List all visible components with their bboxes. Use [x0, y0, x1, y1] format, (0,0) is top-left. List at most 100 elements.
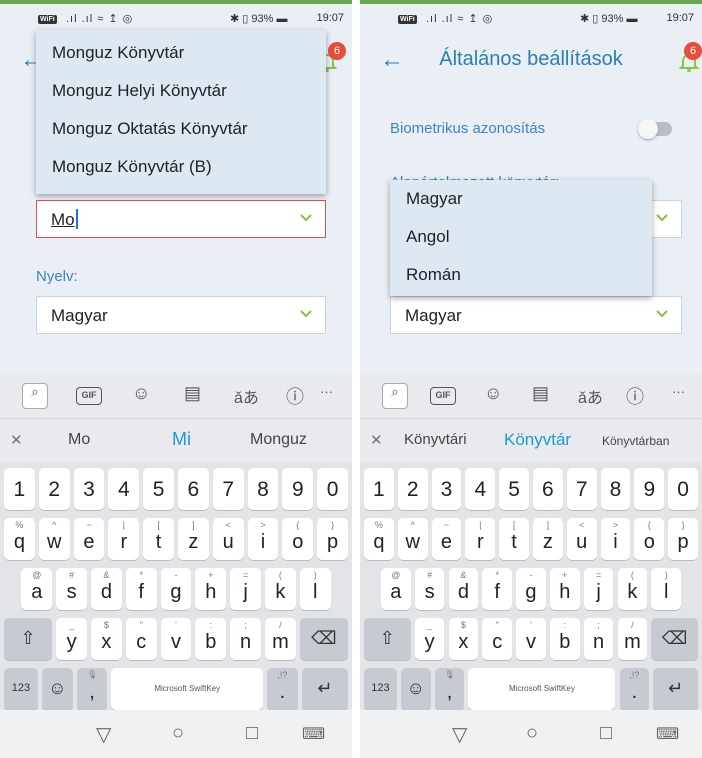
key-k[interactable]: (k — [617, 568, 648, 610]
comma-key[interactable]: 🎙, — [76, 668, 108, 710]
library-search-input[interactable]: Mo — [36, 200, 326, 238]
key-9[interactable]: 9 — [634, 468, 665, 510]
key-d[interactable]: & d — [448, 568, 479, 610]
key-s[interactable]: # s — [414, 568, 445, 610]
key-x[interactable]: $ x — [448, 618, 479, 660]
info-icon[interactable]: ⓘ — [626, 383, 644, 409]
key-g[interactable]: -g — [160, 568, 192, 610]
key-v[interactable]: ' v — [516, 618, 546, 660]
more-icon[interactable]: ··· — [672, 384, 685, 399]
key-7[interactable]: 7 — [566, 468, 597, 510]
key-z[interactable]: ] z — [178, 518, 209, 560]
language-select[interactable]: Magyar — [36, 296, 326, 334]
sticker-icon[interactable]: ☺ — [132, 383, 150, 404]
info-icon[interactable]: ⓘ — [286, 383, 304, 409]
translate-icon[interactable]: ǎあ — [234, 384, 259, 408]
key-h[interactable]: + h — [195, 568, 227, 610]
key-j[interactable]: = j — [230, 568, 261, 610]
key-u[interactable]: < u — [566, 518, 597, 560]
key-2[interactable]: 2 — [397, 468, 428, 510]
nav-recents-icon[interactable]: □ — [246, 722, 258, 745]
language-option[interactable]: Magyar — [390, 180, 652, 218]
key-m[interactable]: / m — [265, 618, 296, 660]
nav-back-icon[interactable]: ▽ — [452, 722, 467, 747]
key-0[interactable]: 0 — [668, 468, 698, 510]
key-n[interactable]: ; n — [230, 618, 261, 660]
key-w[interactable]: ^ w — [397, 518, 428, 560]
shift-key[interactable]: ⇧ — [364, 618, 411, 660]
key-o[interactable]: {o — [282, 518, 314, 560]
key-t[interactable]: [t — [143, 518, 174, 560]
backspace-key[interactable]: ⌫ — [299, 618, 348, 660]
key-e[interactable]: ~ e — [431, 518, 462, 560]
key-1[interactable]: 1 — [4, 468, 35, 510]
key-f[interactable]: * f — [482, 568, 513, 610]
key-p[interactable]: } p — [668, 518, 698, 560]
suggestion[interactable]: Monguz — [250, 431, 307, 449]
key-a[interactable]: @ a — [380, 568, 411, 610]
suggestion-primary[interactable]: Könyvtár — [504, 430, 571, 450]
more-icon[interactable]: ··· — [320, 384, 333, 399]
search-icon[interactable]: ⌕ — [22, 383, 48, 409]
suggestion-primary[interactable]: Mi — [172, 429, 191, 450]
key-c[interactable]: " c — [125, 618, 157, 660]
library-option[interactable]: Monguz Helyi Könyvtár — [36, 72, 326, 110]
biometric-toggle[interactable] — [638, 119, 672, 139]
space-key[interactable]: Microsoft SwiftKey — [111, 668, 263, 710]
translate-icon[interactable]: ǎあ — [578, 384, 603, 408]
key-4[interactable]: 4 — [108, 468, 140, 510]
key-0[interactable]: 0 — [317, 468, 348, 510]
clipboard-icon[interactable]: ▤ — [184, 383, 201, 404]
key-e[interactable]: ~ e — [73, 518, 105, 560]
key-8[interactable]: 8 — [600, 468, 631, 510]
nav-recents-icon[interactable]: □ — [600, 722, 612, 745]
key-l[interactable]: ) l — [651, 568, 682, 610]
library-option[interactable]: Monguz Könyvtár — [36, 34, 326, 72]
key-q[interactable]: % q — [4, 518, 35, 560]
key-k[interactable]: (k — [265, 568, 296, 610]
gif-button[interactable]: GIF — [76, 387, 102, 405]
key-a[interactable]: @ a — [21, 568, 53, 610]
key-y[interactable]: _ y — [414, 618, 445, 660]
key-s[interactable]: # s — [56, 568, 87, 610]
comma-key[interactable]: 🎙, — [434, 668, 465, 710]
key-7[interactable]: 7 — [212, 468, 244, 510]
period-key[interactable]: ,!?. — [267, 668, 298, 710]
key-5[interactable]: 5 — [499, 468, 529, 510]
gif-button[interactable]: GIF — [430, 387, 456, 405]
shift-key[interactable]: ⇧ — [4, 618, 53, 660]
close-icon[interactable]: ✕ — [370, 431, 383, 449]
key-9[interactable]: 9 — [282, 468, 314, 510]
key-6[interactable]: 6 — [533, 468, 563, 510]
key-x[interactable]: $ x — [91, 618, 122, 660]
key-w[interactable]: ^ w — [38, 518, 70, 560]
nav-home-icon[interactable]: ○ — [172, 722, 184, 745]
space-key[interactable]: Microsoft SwiftKey — [468, 668, 616, 710]
key-g[interactable]: -g — [516, 568, 546, 610]
key-h[interactable]: + h — [549, 568, 580, 610]
clipboard-icon[interactable]: ▤ — [532, 383, 549, 404]
language-option[interactable]: Román — [390, 256, 652, 294]
library-option[interactable]: Monguz Oktatás Könyvtár — [36, 110, 326, 148]
key-5[interactable]: 5 — [143, 468, 174, 510]
key-i[interactable]: > i — [247, 518, 279, 560]
library-option[interactable]: Monguz Könyvtár (B) — [36, 148, 326, 186]
close-icon[interactable]: ✕ — [10, 431, 23, 449]
key-f[interactable]: * f — [125, 568, 157, 610]
nav-home-icon[interactable]: ○ — [526, 722, 538, 745]
period-key[interactable]: ,!?. — [619, 668, 650, 710]
key-3[interactable]: 3 — [431, 468, 462, 510]
nav-back-icon[interactable]: ▽ — [96, 722, 111, 747]
suggestion[interactable]: Könyvtári — [404, 431, 467, 448]
backspace-key[interactable]: ⌫ — [651, 618, 698, 660]
key-3[interactable]: 3 — [73, 468, 105, 510]
numbers-key[interactable]: 123 — [364, 668, 397, 710]
key-p[interactable]: } p — [317, 518, 348, 560]
key-r[interactable]: | r — [108, 518, 140, 560]
suggestion[interactable]: Könyvtárban — [602, 434, 669, 448]
key-b[interactable]: :b — [195, 618, 227, 660]
key-r[interactable]: | r — [465, 518, 496, 560]
key-u[interactable]: < u — [212, 518, 244, 560]
key-y[interactable]: _ y — [56, 618, 87, 660]
sticker-icon[interactable]: ☺ — [484, 383, 502, 404]
